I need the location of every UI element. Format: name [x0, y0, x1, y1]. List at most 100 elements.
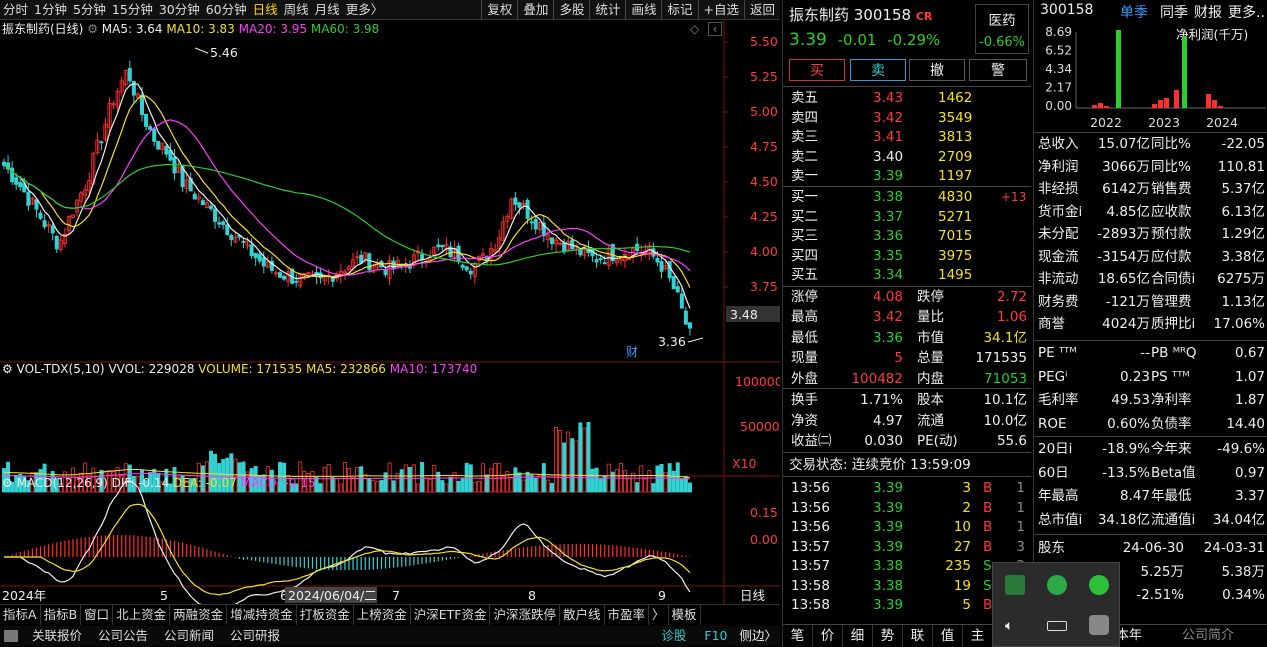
sell-button[interactable]: 卖: [850, 59, 906, 81]
indicator-tab-3[interactable]: 北上资金: [113, 605, 171, 625]
fin-label: 应付款: [1151, 248, 1192, 265]
ask-volume: 1462: [938, 90, 973, 106]
volume-bar: [391, 480, 396, 493]
period-tab-5[interactable]: 60分钟: [203, 0, 250, 20]
dea-line: [4, 503, 691, 596]
settings-icon[interactable]: ⚙: [2, 362, 13, 376]
tick-time: 13:58: [791, 577, 830, 594]
candle-body: [671, 276, 676, 290]
tab-report[interactable]: 财报: [1194, 2, 1222, 22]
stat-label: 涨停: [791, 289, 818, 305]
detail-tab-4[interactable]: 联: [903, 625, 933, 647]
security-shield-icon[interactable]: [1005, 575, 1025, 595]
candle-body: [277, 272, 282, 278]
cancel-order-button[interactable]: 撤: [909, 59, 965, 81]
keyboard-icon[interactable]: [1047, 621, 1067, 631]
settings-icon[interactable]: ⚙: [2, 476, 13, 490]
indicator-tab-13[interactable]: 模板: [669, 605, 701, 625]
info-link-0[interactable]: 关联报价: [24, 626, 90, 646]
defender-icon[interactable]: [1089, 615, 1109, 635]
window-icon[interactable]: [4, 630, 18, 642]
indicator-tab-10[interactable]: 散户线: [560, 605, 605, 625]
detail-tab-2[interactable]: 细: [843, 625, 873, 647]
period-tab-4[interactable]: 30分钟: [156, 0, 203, 20]
detail-tab-3[interactable]: 势: [873, 625, 903, 647]
fin-value: -2893万: [1097, 226, 1150, 242]
volume-bar: [330, 477, 335, 493]
finance-panel: 300158 单季 同季 财报 更多.. 净利润(千万) 8.69 6.52 4.3…: [1033, 0, 1267, 647]
toolbar-btn-3[interactable]: 统计: [589, 0, 625, 20]
candle-body: [144, 113, 149, 127]
indicator-tab-0[interactable]: 指标A: [0, 605, 41, 625]
toolbar-btn-2[interactable]: 多股: [553, 0, 589, 20]
fin-label: 财务费: [1038, 293, 1079, 310]
period-tab-0[interactable]: 分时: [0, 0, 31, 20]
candle-body: [261, 257, 266, 267]
stat-label: 最低: [791, 329, 818, 346]
indicator-tab-7[interactable]: 上榜资金: [354, 605, 411, 625]
period-tab-8[interactable]: 月线: [312, 0, 343, 20]
fin-code: 300158: [1040, 2, 1094, 18]
mute-icon[interactable]: 🔈︎: [1005, 618, 1013, 634]
detail-tab-1[interactable]: 价: [813, 625, 843, 647]
indicator-tab-4[interactable]: 两融资金: [170, 605, 228, 625]
toolbar-btn-1[interactable]: 叠加: [517, 0, 553, 20]
period-tab-3[interactable]: 15分钟: [109, 0, 156, 20]
volume-bar: [537, 474, 542, 493]
fin-value: 14.40: [1226, 415, 1265, 432]
detail-tab-6[interactable]: 主: [963, 625, 993, 647]
candle-body: [156, 141, 161, 150]
period-tab-2[interactable]: 5分钟: [70, 0, 109, 20]
period-tab-7[interactable]: 周线: [281, 0, 312, 20]
kline-chart[interactable]: 振东制药(日线) ⚙ MA5: 3.64 MA10: 3.83 MA20: 3.…: [0, 20, 780, 604]
detail-tab-0[interactable]: 笔: [783, 625, 813, 647]
fin-value: 3.38亿: [1221, 248, 1265, 265]
period-tab-1[interactable]: 1分钟: [31, 0, 70, 20]
toolbar-btn-5[interactable]: 标记: [661, 0, 697, 20]
toolbar-btn-4[interactable]: 画线: [625, 0, 661, 20]
candle-body: [148, 126, 153, 130]
indicator-tab-6[interactable]: 打板资金: [297, 605, 354, 625]
indicator-tab-9[interactable]: 沪深涨跌停: [490, 605, 560, 625]
toolbar-btn-0[interactable]: 复权: [481, 0, 517, 20]
indicator-tab-2[interactable]: 窗口: [81, 605, 114, 625]
low-arrow: [687, 337, 704, 343]
bid-volume: 4830: [938, 189, 973, 205]
tab-same-quarter[interactable]: 同季: [1160, 2, 1188, 22]
diagnose-link[interactable]: 诊股: [658, 626, 689, 646]
indicator-tab-1[interactable]: 指标B: [41, 605, 82, 625]
toolbar-btn-6[interactable]: +自选: [697, 0, 744, 20]
volume-bar: [541, 463, 546, 493]
info-link-2[interactable]: 公司新闻: [156, 626, 222, 646]
info-link-1[interactable]: 公司公告: [90, 626, 156, 646]
green-app-icon[interactable]: [1047, 575, 1067, 595]
indicator-tab-8[interactable]: 沪深ETF资金: [411, 605, 491, 625]
sidebar-toggle[interactable]: 侧边〉: [736, 626, 780, 646]
period-tab-9[interactable]: 更多〉: [343, 0, 387, 20]
wechat-icon[interactable]: [1089, 575, 1109, 595]
buy-button[interactable]: 买: [789, 59, 845, 81]
sector-box[interactable]: 医药 -0.66%: [975, 4, 1029, 54]
volume-bar: [513, 467, 518, 493]
detail-tab-5[interactable]: 值: [933, 625, 963, 647]
stat-label: 现量: [791, 350, 818, 367]
profit-bar: [1098, 103, 1103, 108]
tab-quarter[interactable]: 单季: [1120, 2, 1148, 22]
fin-label: 今年来: [1151, 441, 1192, 457]
info-link-3[interactable]: 公司研报: [222, 626, 288, 646]
indicator-tab-12[interactable]: 〉: [649, 605, 669, 625]
company-intro-tab[interactable]: 公司简介: [1182, 625, 1234, 647]
fin-label: 非经损: [1038, 181, 1079, 197]
fin-label: 净利润: [1038, 158, 1079, 175]
f10-link[interactable]: F10: [701, 626, 730, 646]
alert-button[interactable]: 警: [969, 59, 1027, 81]
candle-body: [26, 191, 31, 206]
toolbar-btn-7[interactable]: 返回: [743, 0, 780, 20]
tab-more[interactable]: 更多..: [1228, 2, 1265, 22]
period-tab-6[interactable]: 日线: [250, 0, 281, 20]
fin-row: ROE 0.60% 负债率 14.40: [1034, 414, 1267, 435]
indicator-tab-5[interactable]: 增减持资金: [227, 605, 297, 625]
candle-body: [18, 181, 23, 188]
indicator-tab-11[interactable]: 市盈率: [605, 605, 650, 625]
volume-bar: [549, 483, 554, 493]
